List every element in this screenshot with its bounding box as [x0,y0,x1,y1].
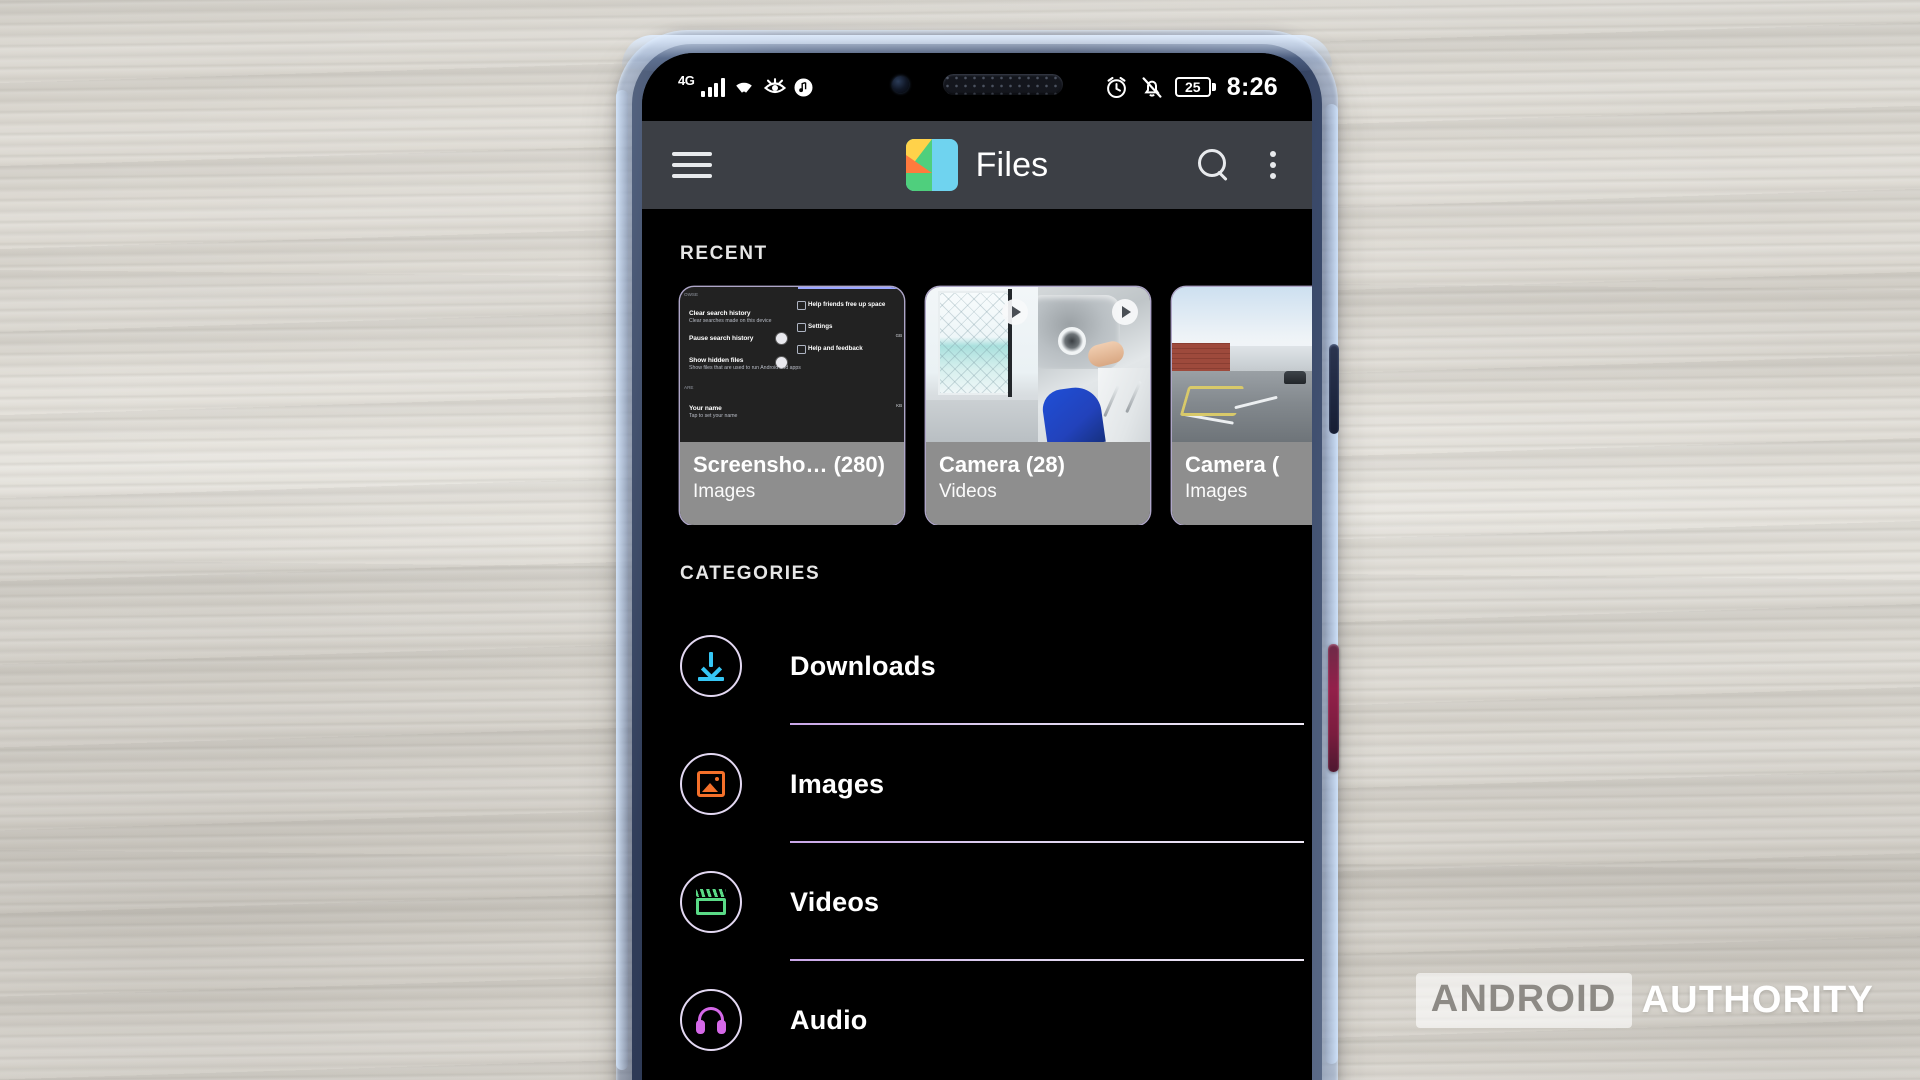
street-photo-thumb [1172,287,1312,442]
recent-card-thumbnail: OWSE ARE Clear search history Clear sear… [680,287,904,442]
play-badge-icon [1002,299,1028,325]
battery-icon: 25 [1174,77,1216,97]
recent-card-meta: Camera ( Images [1172,442,1312,525]
phone-screen: 4G 25 8:26 Files RECENT OWSE ARE Clear s… [642,53,1312,1080]
status-left-icons: 4G [678,73,813,97]
thumb-edge-label: KB [896,403,902,408]
recent-card-type: Videos [939,481,997,503]
watermark-authority: AUTHORITY [1641,979,1874,1021]
recent-card-thumbnail [1172,287,1312,442]
thumb-row: Clear search history Clear searches made… [689,310,771,325]
bell-off-icon [1142,76,1162,98]
thumb-row: Your name Tap to set your name [689,405,737,420]
thumb-header-left2: ARE [684,385,694,390]
thumb-menu-item: Settings [796,323,833,332]
categories-section-label: CATEGORIES [680,563,821,584]
headphones-icon [680,989,742,1051]
hamburger-icon[interactable] [672,152,712,178]
app-bar: Files [642,121,1312,209]
category-label: Images [790,768,885,799]
recent-card-camera-images[interactable]: Camera ( Images [1172,287,1312,525]
battery-percent-label: 25 [1174,77,1211,97]
recent-card-screenshots[interactable]: OWSE ARE Clear search history Clear sear… [680,287,904,525]
recent-card-thumbnail [926,287,1150,442]
recent-card-meta: Camera (28) Videos [926,442,1150,525]
clock-label: 8:26 [1226,72,1278,101]
recent-card-name: Camera ( [1185,452,1280,477]
front-camera-icon [891,75,909,93]
volume-button[interactable] [1329,344,1339,434]
blue-sleeve [1040,384,1106,442]
category-row-audio[interactable]: Audio [642,961,1312,1079]
category-row-images[interactable]: Images [642,725,1312,843]
content-area: RECENT OWSE ARE Clear search history Cle… [642,209,1312,1080]
kebab-menu-icon[interactable] [1264,148,1282,182]
recent-card-type: Images [1185,481,1248,503]
recent-card-camera-videos[interactable]: Camera (28) Videos [926,287,1150,525]
yellow-marking [1179,386,1245,416]
download-icon [680,635,742,697]
page-title: Files [975,145,1049,184]
phone-bezel: 4G 25 8:26 Files RECENT OWSE ARE Clear s… [642,53,1312,1080]
thumb-menu-item: Help friends free up space [796,301,886,310]
signal-bars-icon [701,77,725,97]
play-badge-icon [1112,299,1138,325]
earpiece-speaker [942,73,1063,95]
recent-card-name: Screensho… (280) [693,452,885,477]
thumb-row-title: Pause search history [689,335,754,342]
recent-card-name: Camera (28) [939,452,1065,477]
search-icon[interactable] [1196,148,1230,182]
app-bar-actions [1196,148,1282,182]
notch [852,61,1102,107]
image-icon [680,753,742,815]
phone-device: 4G 25 8:26 Files RECENT OWSE ARE Clear s… [616,30,1339,1080]
recent-card-type: Images [693,481,756,503]
thumb-toggle-knob [776,333,787,344]
status-bar: 4G 25 8:26 [642,53,1312,121]
kitchen-video-thumb [926,287,1150,442]
thumb-row-sub: Tap to set your name [689,413,738,419]
sink-drain [1058,327,1086,355]
thumb-row: Pause search history [689,335,753,342]
watermark: ANDROID AUTHORITY [1415,973,1874,1028]
wifi-icon [736,82,752,96]
counter-surface [926,400,1038,442]
thumb-toggle-knob [776,357,787,368]
clapperboard-icon [680,871,742,933]
category-row-videos[interactable]: Videos [642,843,1312,961]
status-right-icons: 25 8:26 [1104,73,1278,102]
categories-section: CATEGORIES Downloads Images Videos Audio [642,525,1312,1079]
thumb-header-left: OWSE [684,292,699,297]
thumb-row-title: Your name [689,405,722,412]
files-logo-icon [905,139,958,191]
category-label: Videos [790,886,880,917]
window-shape [938,291,1010,395]
cabinet [1098,368,1150,442]
thumb-row-sub: Clear searches made on this device [689,318,772,324]
recent-card-meta: Screensho… (280) Images [680,442,904,525]
battery-tip [1211,83,1216,91]
category-row-downloads[interactable]: Downloads [642,607,1312,725]
buildings [1224,345,1312,371]
thumb-overflow-panel [798,287,904,289]
music-note-icon [794,78,813,96]
thumb-edge-label: GB [895,333,902,338]
watermark-android: ANDROID [1415,973,1632,1028]
category-label: Downloads [790,650,936,681]
power-button[interactable] [1328,644,1339,772]
recent-section-label: RECENT [680,243,768,264]
category-label: Audio [790,1004,868,1035]
recent-cards-row[interactable]: OWSE ARE Clear search history Clear sear… [642,265,1312,525]
alarm-icon [1106,76,1126,98]
eye-comfort-icon [763,78,786,94]
parked-car [1284,370,1306,384]
thumb-row-title: Clear search history [689,310,751,317]
thumb-menu-item: Help and feedback [797,345,863,354]
network-type-label: 4G [678,72,695,88]
